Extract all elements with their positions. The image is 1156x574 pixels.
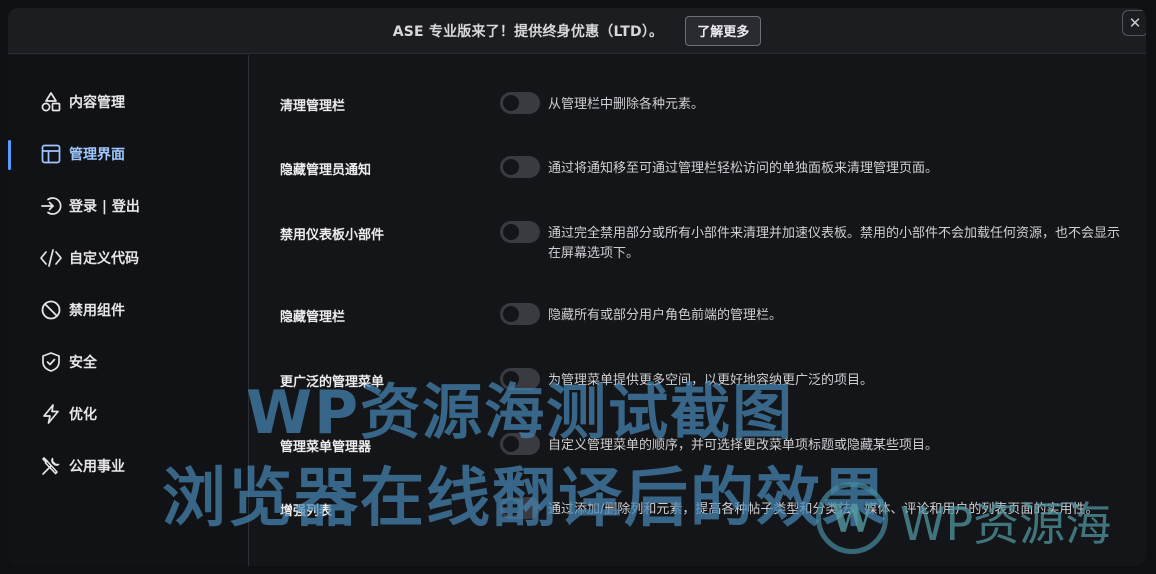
sidebar-item-label: 公用事业: [69, 459, 125, 475]
setting-toggle[interactable]: [500, 368, 540, 390]
sidebar-item-custom-code[interactable]: 自定义代码: [8, 241, 249, 275]
settings-panel: 清理管理栏 从管理栏中删除各种元素。 隐藏管理员通知 通过将通知移至可通过管理栏…: [250, 55, 1146, 566]
setting-toggle[interactable]: [500, 221, 540, 243]
setting-title: 禁用仪表板小部件: [280, 228, 385, 243]
promo-banner-text: ASE 专业版来了！提供终身优惠（LTD）。: [392, 23, 664, 40]
sidebar-item-utilities[interactable]: 公用事业: [8, 449, 249, 483]
toggle-knob: [503, 500, 519, 516]
login-icon: [39, 194, 63, 218]
active-indicator: [8, 140, 11, 170]
setting-title: 清理管理栏: [280, 99, 346, 114]
toggle-knob: [503, 436, 519, 452]
toggle-knob: [503, 95, 519, 111]
sidebar-item-label: 管理界面: [69, 147, 125, 163]
setting-title: 隐藏管理栏: [280, 310, 346, 325]
sidebar-item-content-management[interactable]: 内容管理: [8, 85, 249, 119]
setting-description: 自定义管理菜单的顺序，并可选择更改菜单项标题或隐藏某些项目。: [548, 438, 939, 453]
setting-toggle[interactable]: [500, 92, 540, 114]
setting-description: 为管理菜单提供更多空间，以更好地容纳更广泛的项目。: [548, 373, 874, 388]
setting-toggle[interactable]: [500, 497, 540, 519]
learn-more-button[interactable]: 了解更多: [685, 15, 762, 46]
setting-title: 更广泛的管理菜单: [280, 375, 385, 390]
close-icon: ✕: [1128, 14, 1142, 32]
app-window: ASE 专业版来了！提供终身优惠（LTD）。 了解更多 ✕ 内容管理 管理界面 …: [8, 8, 1146, 566]
sidebar-item-disable-components[interactable]: 禁用组件: [8, 293, 249, 327]
bolt-icon: [39, 402, 63, 426]
setting-title: 增强列表: [280, 504, 333, 519]
code-icon: [39, 246, 63, 270]
setting-title: 隐藏管理员通知: [280, 163, 372, 178]
sidebar-item-label: 安全: [69, 355, 97, 371]
shield-icon: [39, 350, 63, 374]
setting-toggle[interactable]: [500, 303, 540, 325]
layout-icon: [39, 142, 63, 166]
setting-toggle[interactable]: [500, 156, 540, 178]
sidebar-item-login-logout[interactable]: 登录 | 登出: [8, 189, 249, 223]
sidebar-item-optimization[interactable]: 优化: [8, 397, 249, 431]
tools-icon: [39, 454, 63, 478]
sidebar-item-security[interactable]: 安全: [8, 345, 249, 379]
setting-description: 从管理栏中删除各种元素。: [548, 97, 705, 112]
setting-description: 隐藏所有或部分用户角色前端的管理栏。: [548, 308, 783, 323]
sidebar-item-label: 禁用组件: [69, 303, 125, 319]
close-button[interactable]: ✕: [1122, 10, 1146, 36]
toggle-knob: [503, 371, 519, 387]
setting-description: 通过添加/删除列和元素，提高各种帖子类型和分类法、媒体、评论和用户的列表页面的实…: [548, 502, 1099, 517]
setting-description: 通过将通知移至可通过管理栏轻松访问的单独面板来清理管理页面。: [548, 161, 939, 176]
setting-description: 通过完全禁用部分或所有小部件来清理并加速仪表板。禁用的小部件不会加载任何资源，也…: [548, 226, 1121, 261]
setting-title: 管理菜单管理器: [280, 440, 372, 455]
sidebar-item-label: 登录 | 登出: [69, 199, 140, 215]
sidebar-item-admin-interface[interactable]: 管理界面: [8, 137, 249, 171]
setting-toggle[interactable]: [500, 433, 540, 455]
sidebar-item-label: 内容管理: [69, 95, 125, 111]
ban-icon: [39, 298, 63, 322]
sidebar: 内容管理 管理界面 登录 | 登出 自定义代码 禁用组件 安全 优化 公用事业: [8, 55, 249, 566]
toggle-knob: [503, 224, 519, 240]
sidebar-item-label: 自定义代码: [69, 251, 139, 267]
toggle-knob: [503, 306, 519, 322]
sidebar-item-label: 优化: [69, 407, 97, 423]
toggle-knob: [503, 159, 519, 175]
promo-banner: ASE 专业版来了！提供终身优惠（LTD）。 了解更多: [8, 8, 1146, 54]
shapes-icon: [39, 90, 63, 114]
